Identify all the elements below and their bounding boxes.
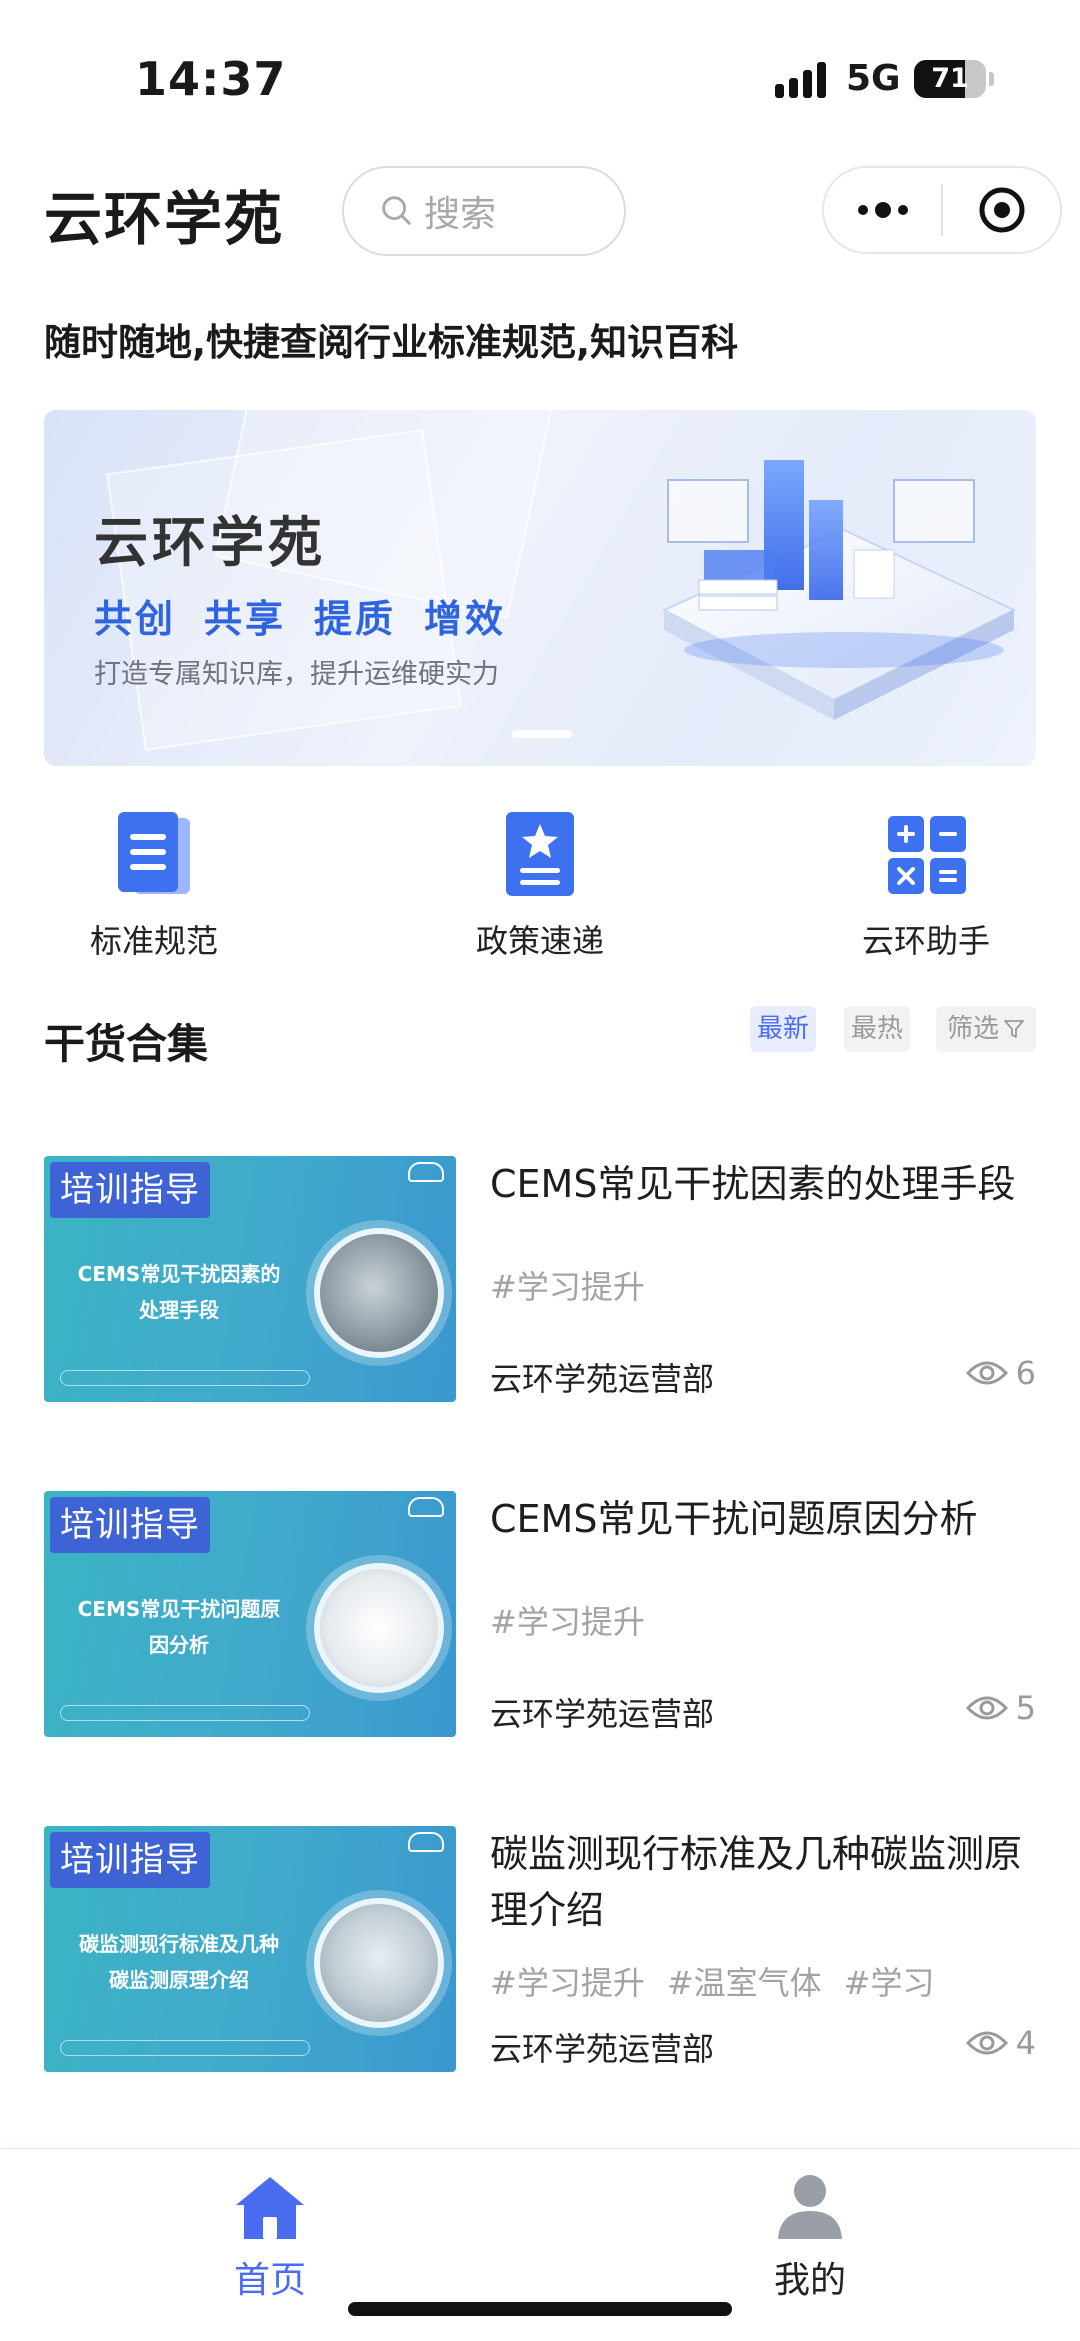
status-time: 14:37 [135, 52, 287, 106]
battery-tip [989, 72, 994, 86]
cloud-logo-icon [406, 1832, 446, 1854]
section-title: 干货合集 [44, 1020, 208, 1068]
cloud-logo-icon [406, 1162, 446, 1184]
battery-icon: 71 [914, 60, 986, 98]
thumbnail-photo [314, 1563, 444, 1693]
view-count: 6 [965, 1354, 1036, 1392]
article-author: 云环学苑运营部 [490, 1695, 715, 1733]
article-thumbnail: 培训指导 CEMS常见干扰因素的 处理手段 [44, 1156, 456, 1402]
search-icon [382, 196, 411, 225]
view-count-value: 4 [1015, 2024, 1036, 2062]
list-item[interactable]: 培训指导 碳监测现行标准及几种 碳监测原理介绍 碳监测现行标准及几种碳监测原理介… [44, 1826, 1036, 2076]
battery-level: 71 [931, 63, 969, 94]
tab-label: 我的 [773, 2260, 846, 2301]
view-count-value: 5 [1015, 1689, 1036, 1727]
nav-policy[interactable]: 政策速递 [420, 810, 660, 962]
article-thumbnail: 培训指导 碳监测现行标准及几种 碳监测原理介绍 [44, 1826, 456, 2072]
article-tags: #学习提升 [490, 1262, 645, 1308]
tab-mine[interactable]: 我的 [710, 2173, 910, 2303]
article-tag[interactable]: #学习提升 [490, 1958, 645, 2004]
banner-slogan: 增效 [424, 597, 507, 641]
article-thumbnail: 培训指导 CEMS常见干扰问题原 因分析 [44, 1491, 456, 1737]
target-close-icon [979, 187, 1024, 233]
list-item[interactable]: 培训指导 CEMS常见干扰问题原 因分析 CEMS常见干扰问题原因分析 #学习提… [44, 1491, 1036, 1741]
article-author: 云环学苑运营部 [490, 1360, 715, 1398]
status-bar: 14:37 5G 71 [0, 0, 1080, 150]
eye-icon [965, 2031, 1008, 2055]
thumbnail-footer [60, 1705, 310, 1721]
home-icon [236, 2177, 304, 2239]
quick-nav: 标准规范 政策速递 云环助手 [0, 810, 1080, 970]
tab-label: 首页 [233, 2260, 306, 2301]
calculator-icon [888, 816, 966, 894]
nav-label: 标准规范 [89, 922, 218, 960]
thumbnail-photo [314, 1898, 444, 2028]
banner-slogans: 共创 共享 提质 增效 [94, 588, 506, 643]
article-tags: #学习提升 #温室气体 #学习 [490, 1958, 934, 2004]
article-tag[interactable]: #学习提升 [490, 1262, 645, 1308]
list-item[interactable]: 培训指导 CEMS常见干扰因素的 处理手段 CEMS常见干扰因素的处理手段 #学… [44, 1156, 1036, 1406]
view-count: 4 [965, 2024, 1036, 2062]
filter-label: 筛选 [946, 1014, 999, 1044]
user-icon [778, 2175, 842, 2239]
thumbnail-tag: 培训指导 [50, 1162, 210, 1218]
filter-latest-button[interactable]: 最新 [750, 1006, 816, 1052]
nav-label: 政策速递 [475, 922, 604, 960]
search-input[interactable]: 搜索 [342, 166, 626, 256]
nav-label: 云环助手 [861, 922, 990, 960]
article-tag[interactable]: #学习提升 [490, 1597, 645, 1643]
star-document-icon [506, 812, 574, 896]
funnel-icon [1004, 1020, 1024, 1038]
banner-subtitle: 打造专属知识库，提升运维硬实力 [94, 659, 499, 690]
document-list-icon [118, 812, 190, 894]
banner-slogan: 共创 [94, 597, 177, 641]
article-title[interactable]: 碳监测现行标准及几种碳监测原理介绍 [490, 1826, 1050, 1938]
thumbnail-tag: 培训指导 [50, 1497, 210, 1553]
nav-assistant[interactable]: 云环助手 [806, 810, 1046, 962]
search-placeholder: 搜索 [424, 194, 497, 235]
banner-title: 云环学苑 [94, 511, 326, 574]
carousel-indicator[interactable] [512, 730, 572, 738]
miniprogram-capsule [822, 166, 1062, 254]
data-platform-illustration [661, 460, 1017, 720]
article-tags: #学习提升 [490, 1597, 645, 1643]
signal-icon [775, 62, 833, 98]
network-type: 5G [846, 58, 901, 99]
more-options-button[interactable] [824, 168, 941, 252]
article-tag[interactable]: #学习 [844, 1958, 935, 2004]
page-title: 云环学苑 [44, 185, 285, 253]
article-title[interactable]: CEMS常见干扰因素的处理手段 [490, 1156, 1050, 1212]
thumbnail-text: CEMS常见干扰因素的 处理手段 [77, 1262, 281, 1322]
thumbnail-text: CEMS常见干扰问题原 因分析 [77, 1597, 281, 1657]
nav-standards[interactable]: 标准规范 [34, 810, 274, 962]
filter-button[interactable]: 筛选 [936, 1006, 1036, 1052]
banner-carousel[interactable]: 云环学苑 共创 共享 提质 增效 打造专属知识库，提升运维硬实力 [44, 410, 1036, 766]
thumbnail-text: 碳监测现行标准及几种 碳监测原理介绍 [79, 1932, 279, 1992]
cloud-logo-icon [406, 1497, 446, 1519]
banner-slogan: 提质 [314, 597, 397, 641]
tab-home[interactable]: 首页 [170, 2173, 370, 2303]
eye-icon [965, 1361, 1008, 1385]
home-indicator [348, 2302, 732, 2316]
view-count-value: 6 [1015, 1354, 1036, 1392]
filter-hot-button[interactable]: 最热 [844, 1006, 910, 1052]
thumbnail-tag: 培训指导 [50, 1832, 210, 1888]
view-count: 5 [965, 1689, 1036, 1727]
article-author: 云环学苑运营部 [490, 2030, 715, 2068]
thumbnail-footer [60, 1370, 310, 1386]
tagline: 随时随地,快捷查阅行业标准规范,知识百科 [44, 321, 739, 364]
eye-icon [965, 1696, 1008, 1720]
article-tag[interactable]: #温室气体 [667, 1958, 822, 2004]
more-dots-icon [857, 202, 908, 218]
close-miniprogram-button[interactable] [943, 168, 1060, 252]
article-title[interactable]: CEMS常见干扰问题原因分析 [490, 1491, 1050, 1547]
banner-slogan: 共享 [204, 597, 287, 641]
thumbnail-photo [314, 1228, 444, 1358]
thumbnail-footer [60, 2040, 310, 2056]
